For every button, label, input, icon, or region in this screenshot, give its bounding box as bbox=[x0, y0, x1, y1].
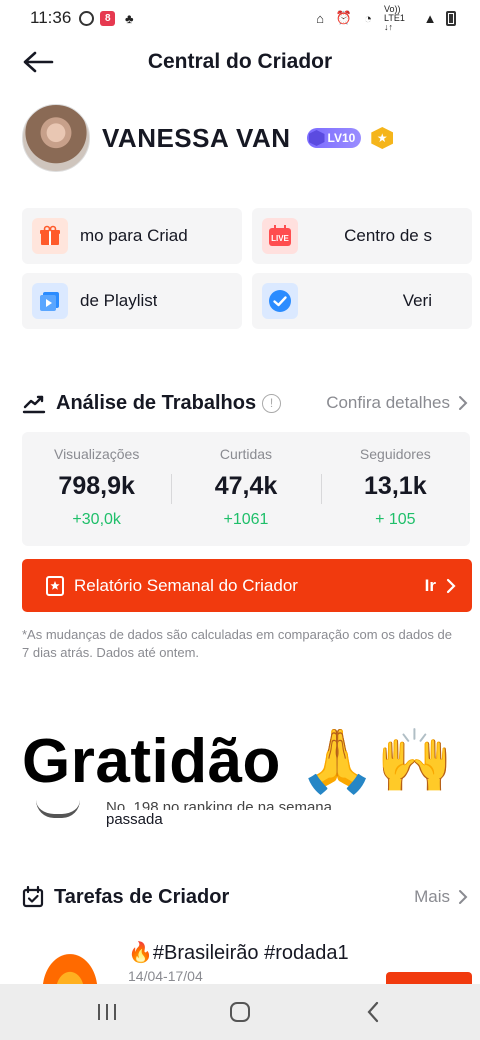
network-label: Vo)) LTE1 ↓↑ bbox=[384, 3, 405, 32]
report-label: Relatório Semanal do Criador bbox=[74, 575, 298, 595]
more-link[interactable]: Mais bbox=[414, 887, 468, 907]
overlay-caption: Gratidão 🙏🙌 bbox=[22, 727, 455, 796]
page-header: Central do Criador bbox=[0, 36, 480, 88]
data-footnote: *As mudanças de dados são calculadas em … bbox=[22, 627, 452, 660]
wifi-icon: ◔ bbox=[364, 10, 372, 26]
stat-delta: +30,0k bbox=[72, 511, 121, 528]
system-icons: ⌂ ⏰ ◔ Vo)) LTE1 ↓↑ ▲ bbox=[312, 3, 456, 32]
playlist-icon bbox=[32, 283, 68, 319]
svg-text:LIVE: LIVE bbox=[271, 234, 289, 243]
stats-card: Visualizações 798,9k +30,0k Curtidas 47,… bbox=[22, 432, 470, 546]
chevron-right-icon bbox=[446, 578, 456, 593]
report-doc-icon bbox=[46, 575, 64, 596]
recent-apps-button[interactable] bbox=[77, 992, 137, 1032]
stat-label: Visualizações bbox=[53, 446, 140, 462]
stat-value: 13,1k bbox=[364, 472, 427, 500]
back-button[interactable] bbox=[22, 46, 58, 78]
report-go[interactable]: Ir bbox=[425, 576, 456, 596]
stat-label: Seguidores bbox=[359, 446, 431, 462]
home-lock-icon: ⌂ bbox=[316, 10, 324, 26]
recent-apps-icon bbox=[97, 1004, 116, 1020]
chevron-right-icon bbox=[459, 890, 468, 904]
chevron-left-icon bbox=[367, 1001, 379, 1023]
stat-value: 47,4k bbox=[214, 472, 278, 500]
calendar-check-icon bbox=[22, 886, 44, 908]
status-bar: 11:36 8 ♣ ⌂ ⏰ ◔ Vo)) LTE1 ↓↑ ▲ bbox=[0, 0, 480, 36]
stat-value: 798,9k bbox=[58, 472, 135, 500]
ranking-line-2: passada bbox=[106, 811, 163, 828]
task-action-button[interactable] bbox=[386, 972, 472, 984]
obscured-section-header bbox=[22, 690, 468, 712]
app-notification-icon: 8 bbox=[100, 10, 116, 26]
ranking-avatar bbox=[36, 800, 80, 818]
task-title: 🔥#Brasileirão #rodada1 bbox=[128, 942, 349, 964]
info-icon[interactable]: ! bbox=[262, 393, 282, 413]
weekly-report-button[interactable]: Relatório Semanal do Criador Ir bbox=[22, 559, 472, 612]
chevron-right-icon bbox=[459, 396, 468, 410]
tool-creator-rewards[interactable]: mo para Criad bbox=[22, 208, 242, 264]
tool-label: Veri bbox=[402, 291, 432, 310]
live-calendar-icon: LIVE bbox=[262, 218, 298, 254]
tool-playlist[interactable]: de Playlist bbox=[22, 273, 242, 329]
stat-likes[interactable]: Curtidas 47,4k +1061 bbox=[171, 432, 320, 546]
stat-followers[interactable]: Seguidores 13,1k + 105 bbox=[320, 432, 470, 546]
notification-icons: 8 ♣ bbox=[79, 10, 137, 26]
status-time: 11:36 bbox=[30, 8, 72, 27]
home-button[interactable] bbox=[210, 992, 270, 1032]
star-badge-icon[interactable]: ★ bbox=[371, 127, 394, 149]
avatar[interactable] bbox=[22, 104, 90, 172]
section-title: Tarefas de Criador bbox=[54, 885, 230, 908]
creator-tools-grid: mo para Criad LIVE Centro de s de Playli… bbox=[22, 208, 472, 329]
task-item[interactable]: 🔥#Brasileirão #rodada1 14/04-17/04 bbox=[22, 938, 472, 984]
stat-views[interactable]: Visualizações 798,9k +30,0k bbox=[22, 432, 171, 546]
task-date: 14/04-17/04 bbox=[128, 968, 203, 984]
tool-label: mo para Criad bbox=[80, 226, 188, 245]
alarm-icon: ⏰ bbox=[335, 10, 353, 25]
battery-icon bbox=[446, 10, 456, 26]
system-nav-bar bbox=[0, 984, 480, 1040]
home-icon bbox=[229, 1002, 250, 1022]
tool-label: de Playlist bbox=[80, 291, 158, 310]
page-title: Central do Criador bbox=[147, 50, 333, 73]
trend-chart-icon bbox=[22, 395, 46, 414]
tasks-header: Tarefas de Criador Mais bbox=[22, 882, 468, 912]
ranking-text: No. 198 no ranking de na semana passada bbox=[106, 798, 426, 830]
tool-label: Centro de s bbox=[344, 226, 432, 245]
whatsapp-icon bbox=[79, 10, 95, 26]
obscured-text bbox=[22, 690, 27, 710]
details-link[interactable]: Confira detalhes bbox=[326, 393, 468, 413]
analysis-header: Análise de Trabalhos ! Confira detalhes bbox=[22, 388, 468, 418]
profile-name: VANESSA VAN bbox=[102, 122, 291, 153]
more-link-label: Mais bbox=[414, 887, 450, 906]
arrow-left-icon bbox=[23, 51, 54, 73]
tool-live-center[interactable]: LIVE Centro de s bbox=[252, 208, 472, 264]
profile-row: VANESSA VAN LV10 ★ bbox=[22, 104, 394, 172]
back-nav-button[interactable] bbox=[343, 992, 403, 1032]
bot-icon: ♣ bbox=[125, 10, 134, 26]
gift-icon bbox=[32, 218, 68, 254]
verified-icon bbox=[262, 283, 298, 319]
level-badge-label: LV10 bbox=[327, 131, 356, 145]
stat-label: Curtidas bbox=[219, 446, 273, 462]
level-badge[interactable]: LV10 bbox=[306, 128, 362, 148]
stat-delta: +1061 bbox=[223, 511, 269, 528]
signal-icon: ▲ bbox=[423, 10, 437, 26]
tool-verification[interactable]: Veri bbox=[252, 273, 472, 329]
report-go-label: Ir bbox=[424, 575, 436, 595]
section-title: Análise de Trabalhos bbox=[56, 391, 257, 414]
details-link-label: Confira detalhes bbox=[326, 393, 450, 412]
stat-delta: + 105 bbox=[375, 511, 416, 528]
level-hex-icon bbox=[308, 130, 325, 146]
fire-thumbnail bbox=[38, 948, 102, 984]
